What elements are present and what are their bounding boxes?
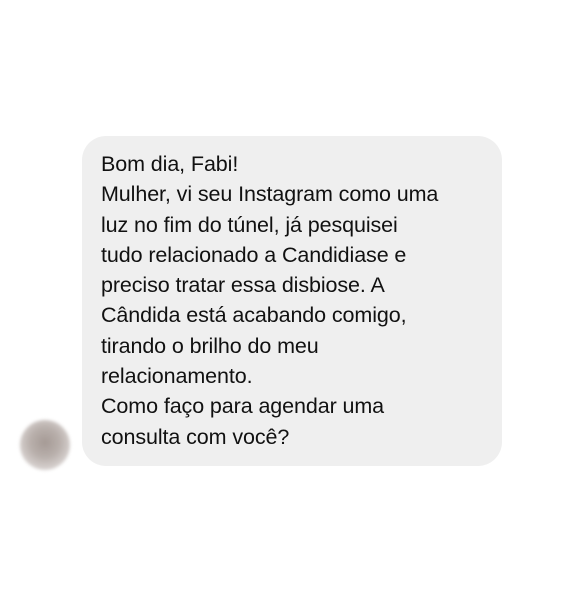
- message-line: preciso tratar essa disbiose. A: [101, 273, 385, 298]
- message-line: Bom dia, Fabi!: [101, 152, 239, 176]
- sender-avatar[interactable]: [20, 420, 70, 470]
- message-line: Cândida está acabando comigo,: [101, 303, 407, 328]
- message-line: tudo relacionado a Candidiase e: [101, 242, 407, 267]
- message-line: tirando o brilho do meu: [101, 333, 319, 358]
- message-line: Mulher, vi seu Instagram como uma: [101, 182, 439, 207]
- incoming-message-bubble[interactable]: Bom dia, Fabi! Mulher, vi seu Instagram …: [82, 136, 502, 466]
- message-line: consulta com você?: [101, 424, 290, 449]
- message-line: Como faço para agendar uma: [101, 394, 385, 419]
- message-line: luz no fim do túnel, já pesquisei: [101, 212, 398, 237]
- message-line: relacionamento.: [101, 364, 253, 389]
- chat-area: Bom dia, Fabi! Mulher, vi seu Instagram …: [0, 0, 574, 600]
